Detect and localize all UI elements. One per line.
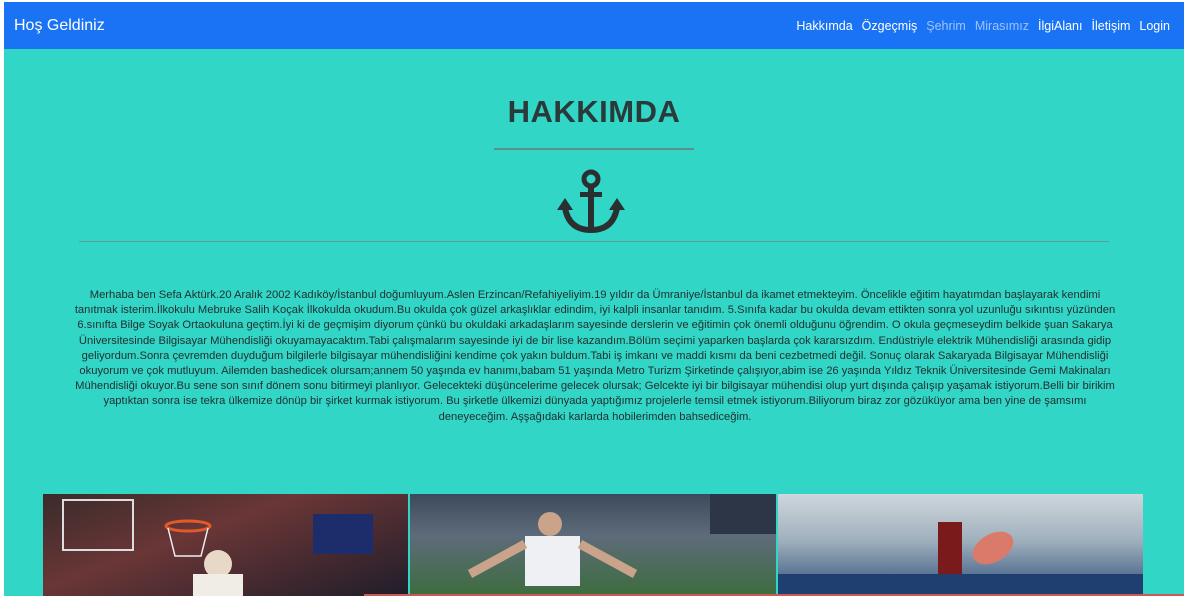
basketball-photo: [43, 494, 409, 596]
page-title: HAKKIMDA: [507, 94, 681, 129]
nav-link-login[interactable]: Login: [1139, 19, 1170, 33]
football-player-graphic: [468, 494, 776, 586]
about-paragraph: Merhaba ben Sefa Aktürk.20 Aralık 2002 K…: [74, 289, 1116, 423]
navbar: Hoş Geldiniz Hakkımda Özgeçmiş Şehrim Mi…: [4, 2, 1184, 49]
nav-links: Hakkımda Özgeçmiş Şehrim Mirasımız İlgiA…: [796, 19, 1170, 33]
navbar-brand[interactable]: Hoş Geldiniz: [14, 17, 105, 35]
hobby-gallery: [43, 494, 1143, 596]
anchor-icon: [557, 169, 625, 234]
nav-link-iletisim[interactable]: İletişim: [1092, 19, 1131, 33]
table-tennis-graphic: [777, 522, 1143, 596]
nav-link-mirasimiz[interactable]: Mirasımız: [975, 19, 1029, 33]
nav-link-ozgecmis[interactable]: Özgeçmiş: [862, 19, 918, 33]
title-divider: [494, 148, 694, 150]
page: Hoş Geldiniz Hakkımda Özgeçmiş Şehrim Mi…: [4, 2, 1184, 596]
section-divider: [79, 241, 1109, 242]
nav-link-hakkimda[interactable]: Hakkımda: [796, 19, 852, 33]
basketball-hoop-graphic: [62, 499, 373, 596]
table-tennis-photo: [777, 494, 1143, 596]
nav-link-sehrim[interactable]: Şehrim: [926, 19, 966, 33]
nav-link-ilgialani[interactable]: İlgiAlanı: [1038, 19, 1082, 33]
football-photo: [410, 494, 776, 596]
